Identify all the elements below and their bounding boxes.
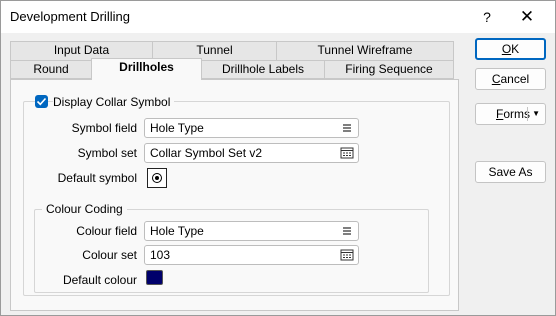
forms-rest: orms (503, 107, 531, 121)
symbol-set-value: Collar Symbol Set v2 (150, 146, 263, 160)
tab-drillhole-labels[interactable]: Drillhole Labels (201, 60, 325, 79)
ok-button[interactable]: OK (475, 38, 546, 60)
list-icon[interactable] (340, 122, 354, 134)
tab-round[interactable]: Round (10, 60, 92, 79)
close-button[interactable]: ✕ (515, 5, 539, 29)
cancel-rest: ancel (500, 72, 530, 86)
title-bar: Development Drilling ? ✕ (1, 1, 555, 33)
colour-field-label: Colour field (76, 224, 137, 238)
display-collar-symbol-checkbox[interactable] (35, 95, 48, 108)
checkmark-icon (36, 97, 47, 106)
colour-set-label: Colour set (82, 248, 137, 262)
tab-label: Firing Sequence (345, 62, 433, 76)
browse-icon[interactable] (340, 249, 354, 261)
default-symbol-button[interactable] (147, 168, 167, 188)
browse-icon[interactable] (340, 147, 354, 159)
window-title: Development Drilling (10, 9, 130, 24)
tab-drillholes[interactable]: Drillholes (91, 58, 202, 80)
tab-label: Drillholes (119, 60, 174, 74)
colour-field-value: Hole Type (150, 224, 204, 238)
tab-label: Tunnel (196, 43, 233, 57)
colour-coding-title: Colour Coding (42, 202, 127, 216)
default-colour-swatch[interactable] (146, 270, 163, 285)
forms-button[interactable]: Forms ▼ (475, 103, 546, 125)
development-drilling-dialog: Development Drilling ? ✕ Input Data Tunn… (0, 0, 556, 316)
tab-firing-sequence[interactable]: Firing Sequence (324, 60, 454, 79)
colour-set-input[interactable]: 103 (144, 245, 359, 265)
save-as-label: Save As (488, 165, 533, 179)
save-as-button[interactable]: Save As (475, 161, 546, 183)
symbol-set-input[interactable]: Collar Symbol Set v2 (144, 143, 359, 163)
tab-label: Drillhole Labels (221, 62, 305, 76)
ok-accel: O (501, 42, 512, 56)
split-separator (527, 107, 528, 121)
symbol-field-value: Hole Type (150, 121, 204, 135)
tab-label: Input Data (53, 43, 110, 57)
symbol-field-label: Symbol field (71, 121, 137, 135)
drillholes-panel: Display Collar Symbol Symbol field Hole … (10, 79, 459, 311)
default-colour-label: Default colour (62, 273, 137, 287)
tab-label: Tunnel Wireframe (317, 43, 413, 57)
symbol-set-label: Symbol set (77, 146, 137, 160)
colour-field-input[interactable]: Hole Type (144, 221, 359, 241)
tab-label: Round (33, 62, 69, 76)
colour-set-value: 103 (150, 248, 171, 262)
symbol-field-input[interactable]: Hole Type (144, 118, 359, 138)
default-symbol-label: Default symbol (57, 171, 137, 185)
help-button[interactable]: ? (475, 5, 499, 29)
circle-symbol-dot (155, 176, 159, 180)
display-collar-symbol-label: Display Collar Symbol (53, 94, 175, 110)
chevron-down-icon[interactable]: ▼ (532, 107, 540, 121)
tab-tunnel-wireframe[interactable]: Tunnel Wireframe (276, 41, 454, 60)
list-icon[interactable] (340, 225, 354, 237)
ok-rest: K (511, 42, 520, 56)
cancel-button[interactable]: Cancel (475, 68, 546, 90)
